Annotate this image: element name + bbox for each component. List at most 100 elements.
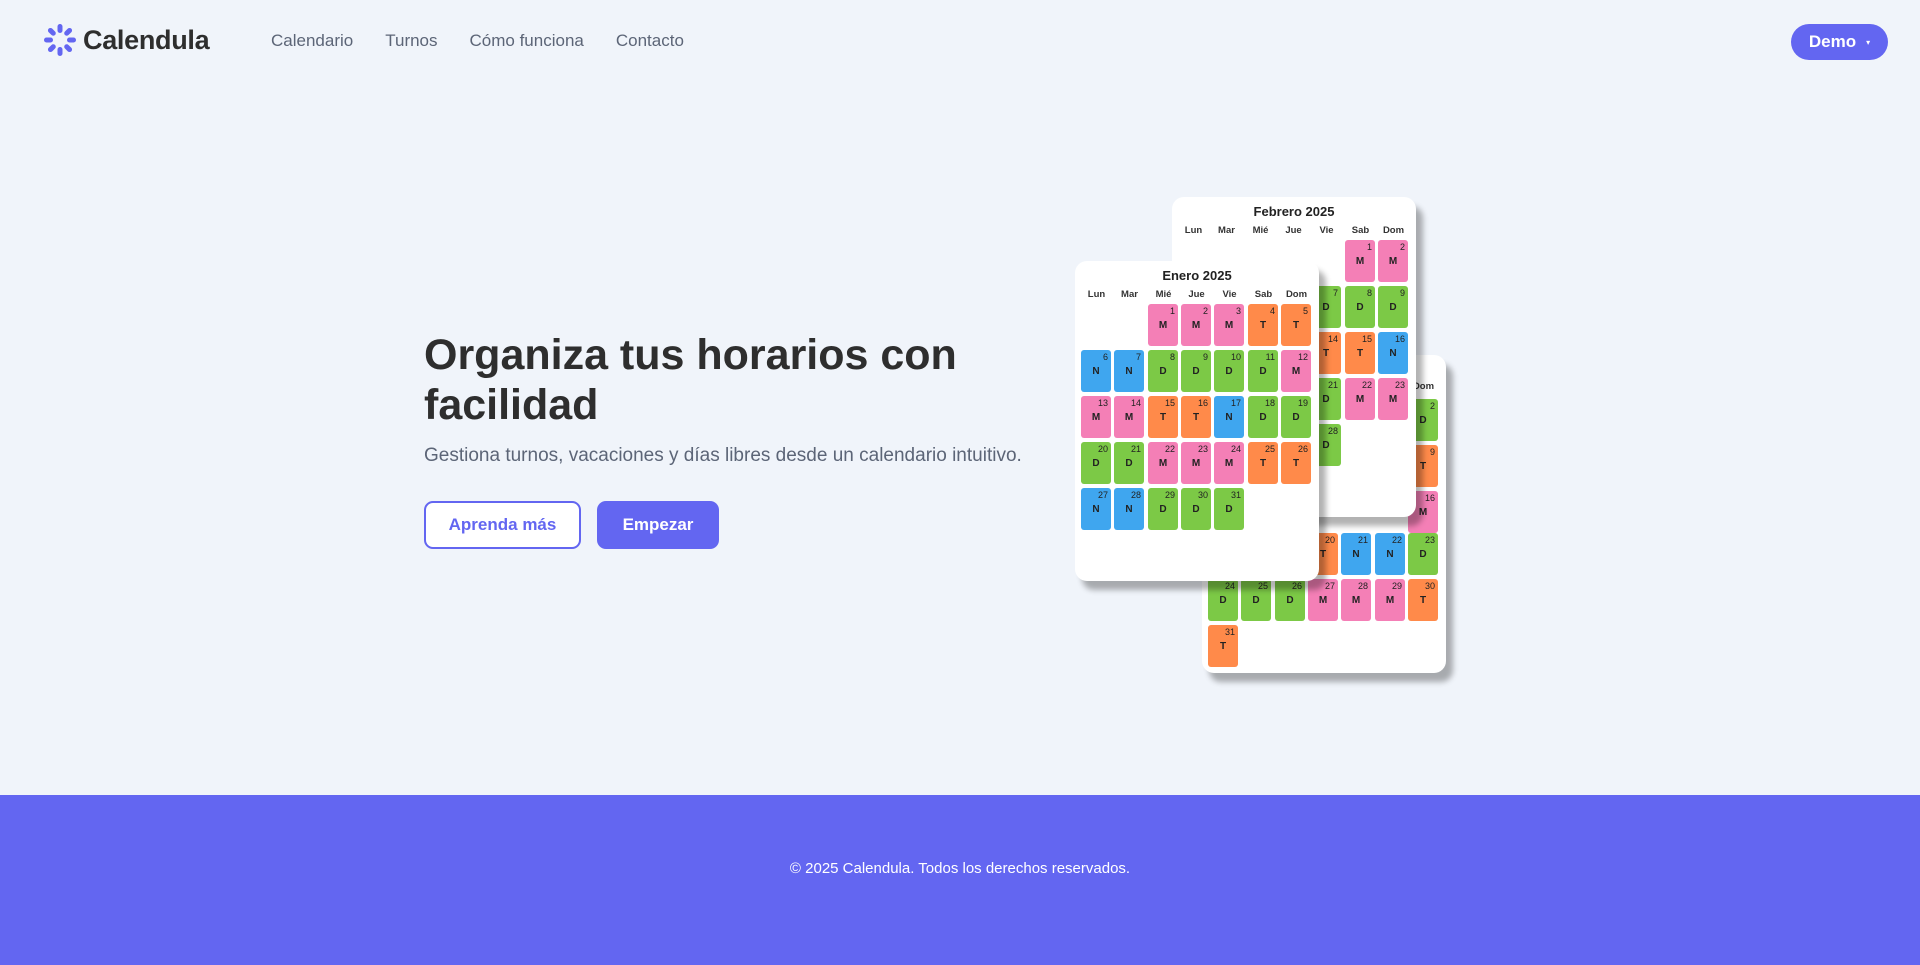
day-number: 12: [1297, 352, 1308, 362]
shift-code: D: [1286, 595, 1294, 606]
calendar-day-cell[interactable]: 21 D: [1114, 442, 1144, 484]
shift-code: D: [1389, 302, 1397, 313]
day-number: 28: [1327, 426, 1338, 436]
shift-code: M: [1224, 320, 1234, 331]
calendar-day-cell[interactable]: 28 M: [1341, 579, 1371, 621]
calendar-card-january: Enero 2025 Lun Mar Mié Jue Vie Sab Dom 1 M 2 M 3 M 4 T 5…: [1075, 261, 1319, 581]
calendar-day-cell[interactable]: 2M: [1378, 240, 1408, 282]
calendar-day-cell[interactable]: 22 M: [1345, 378, 1375, 420]
calendar-weekday-label: Lun: [1184, 225, 1203, 236]
calendar-day-cell[interactable]: 4T: [1248, 304, 1278, 346]
calendar-day-cell[interactable]: 3M: [1214, 304, 1244, 346]
calendar-day-cell[interactable]: 7N: [1114, 350, 1144, 392]
calendar-weekday-label: Dom: [1382, 225, 1405, 236]
calendar-day-cell[interactable]: 23 M: [1378, 378, 1408, 420]
calendar-day-cell[interactable]: 24 D: [1208, 579, 1238, 621]
shift-code: M: [1191, 458, 1201, 469]
calendar-day-cell[interactable]: 31 D: [1214, 488, 1244, 530]
calendar-day-cell[interactable]: 20 D: [1081, 442, 1111, 484]
nav-calendario[interactable]: Calendario: [271, 31, 353, 51]
calendar-day-cell[interactable]: 23 D: [1408, 533, 1438, 575]
calendar-day-cell[interactable]: 25 T: [1248, 442, 1278, 484]
calendar-day-cell[interactable]: 6N: [1081, 350, 1111, 392]
get-started-button[interactable]: Empezar: [597, 501, 719, 549]
shift-code: D: [1092, 458, 1100, 469]
hero-title: Organiza tus horarios con facilidad: [424, 331, 957, 429]
calendar-day-cell[interactable]: 5T: [1281, 304, 1311, 346]
calendar-weekday-label: Vie: [1319, 225, 1334, 236]
calendar-day-cell[interactable]: 23 M: [1181, 442, 1211, 484]
caret-down-icon: ▾: [1866, 37, 1871, 47]
shift-code: T: [1292, 320, 1300, 331]
calendar-day-cell[interactable]: 9D: [1378, 286, 1408, 328]
shift-code: D: [1159, 504, 1167, 515]
calendar-day-cell[interactable]: 28 N: [1114, 488, 1144, 530]
day-number: 20: [1324, 535, 1335, 545]
calendar-day-cell[interactable]: 21 N: [1341, 533, 1371, 575]
calendar-day-cell[interactable]: 22 N: [1375, 533, 1405, 575]
calendar-day-cell[interactable]: 17 N: [1214, 396, 1244, 438]
nav-contacto[interactable]: Contacto: [616, 31, 684, 51]
calendar-day-cell[interactable]: 26 T: [1281, 442, 1311, 484]
calendar-day-cell[interactable]: 18 D: [1248, 396, 1278, 438]
day-number: 4: [1269, 306, 1275, 316]
day-number: 16: [1424, 493, 1435, 503]
calendar-day-cell[interactable]: 1M: [1345, 240, 1375, 282]
calendar-day-cell[interactable]: 14 M: [1114, 396, 1144, 438]
shift-code: M: [1124, 412, 1134, 423]
shift-code: M: [1291, 366, 1301, 377]
day-number: 10: [1230, 352, 1241, 362]
shift-code: D: [1159, 366, 1167, 377]
calendar-day-cell[interactable]: 13 M: [1081, 396, 1111, 438]
logo[interactable]: Calendula: [43, 22, 210, 58]
day-number: 16: [1394, 334, 1405, 344]
shift-code: N: [1092, 504, 1100, 515]
calendar-weekday-label: Mié: [1252, 225, 1269, 236]
nav-turnos[interactable]: Turnos: [385, 31, 437, 51]
calendar-day-cell[interactable]: 26 D: [1275, 579, 1305, 621]
calendar-day-cell[interactable]: 9D: [1181, 350, 1211, 392]
calendar-day-cell[interactable]: 25 D: [1241, 579, 1271, 621]
shift-code: M: [1158, 458, 1168, 469]
hero-subtitle: Gestiona turnos, vacaciones y días libre…: [424, 445, 1022, 466]
day-number: 27: [1324, 581, 1335, 591]
calendar-day-cell[interactable]: 8D: [1148, 350, 1178, 392]
calendar-day-cell[interactable]: 16 T: [1181, 396, 1211, 438]
shift-code: M: [1351, 595, 1361, 606]
calendar-day-cell[interactable]: 22 M: [1148, 442, 1178, 484]
calendar-day-cell[interactable]: 30 T: [1408, 579, 1438, 621]
shift-code: N: [1386, 549, 1394, 560]
calendar-day-cell[interactable]: 27 M: [1308, 579, 1338, 621]
calendar-day-cell[interactable]: 12 M: [1281, 350, 1311, 392]
calendar-day-cell[interactable]: 30 D: [1181, 488, 1211, 530]
demo-label: Demo: [1808, 32, 1857, 51]
calendar-day-cell[interactable]: 1M: [1148, 304, 1178, 346]
day-number: 22: [1361, 380, 1372, 390]
calendar-day-cell[interactable]: 31 T: [1208, 625, 1238, 667]
calendar-day-cell[interactable]: 29 M: [1375, 579, 1405, 621]
calendar-weekday-label: Lun: [1087, 289, 1106, 300]
learn-more-button[interactable]: Aprenda más: [424, 501, 581, 549]
day-number: 14: [1130, 398, 1141, 408]
shift-code: N: [1125, 366, 1133, 377]
calendar-day-cell[interactable]: 15 T: [1148, 396, 1178, 438]
day-number: 16: [1197, 398, 1208, 408]
demo-dropdown-button[interactable]: Demo ▾: [1791, 24, 1888, 60]
site-footer: © 2025 Calendula. Todos los derechos res…: [0, 795, 1920, 965]
shift-code: T: [1419, 595, 1427, 606]
calendar-day-cell[interactable]: 2M: [1181, 304, 1211, 346]
nav-como-funciona[interactable]: Cómo funciona: [470, 31, 584, 51]
calendar-day-cell[interactable]: 19 D: [1281, 396, 1311, 438]
day-number: 11: [1265, 352, 1275, 362]
calendar-day-cell[interactable]: 15 T: [1345, 332, 1375, 374]
shift-code: D: [1419, 549, 1427, 560]
calendar-day-cell[interactable]: 29 D: [1148, 488, 1178, 530]
calendar-day-cell[interactable]: 16 N: [1378, 332, 1408, 374]
calendar-day-cell[interactable]: 24 M: [1214, 442, 1244, 484]
calendar-day-cell[interactable]: 11 D: [1248, 350, 1278, 392]
day-number: 31: [1230, 490, 1241, 500]
calendar-day-cell[interactable]: 27 N: [1081, 488, 1111, 530]
calendar-day-cell[interactable]: 10 D: [1214, 350, 1244, 392]
calendar-day-cell[interactable]: 8D: [1345, 286, 1375, 328]
shift-code: D: [1356, 302, 1364, 313]
